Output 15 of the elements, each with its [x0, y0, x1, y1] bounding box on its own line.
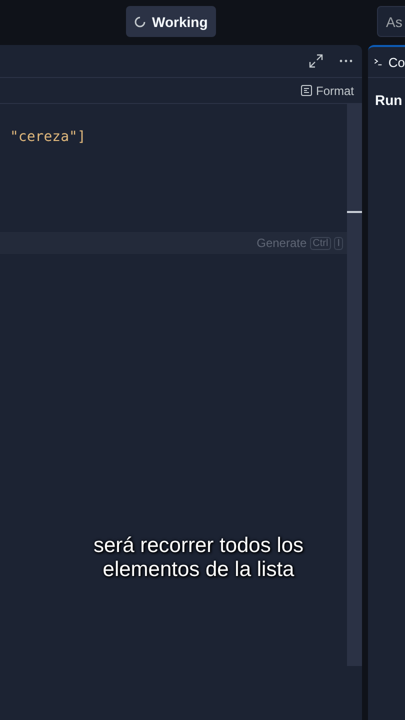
- format-icon: [300, 85, 312, 96]
- format-button[interactable]: Format: [296, 82, 358, 100]
- subtitle: será recorrer todos los elementos de la lista: [92, 534, 305, 582]
- working-button[interactable]: Working: [126, 6, 216, 37]
- expand-icon[interactable]: [308, 53, 324, 69]
- panel-title[interactable]: Co: [388, 54, 405, 70]
- spinner-icon: [134, 16, 146, 28]
- ask-field[interactable]: As: [377, 6, 405, 37]
- terminal-icon: [374, 56, 382, 68]
- code-line: "cereza"]: [10, 129, 87, 145]
- generate-label: Generate: [256, 236, 307, 250]
- key-hint: I: [334, 236, 343, 250]
- scrollbar[interactable]: [347, 104, 362, 666]
- panel-text: Run: [374, 91, 404, 108]
- key-hint: Ctrl: [310, 236, 332, 250]
